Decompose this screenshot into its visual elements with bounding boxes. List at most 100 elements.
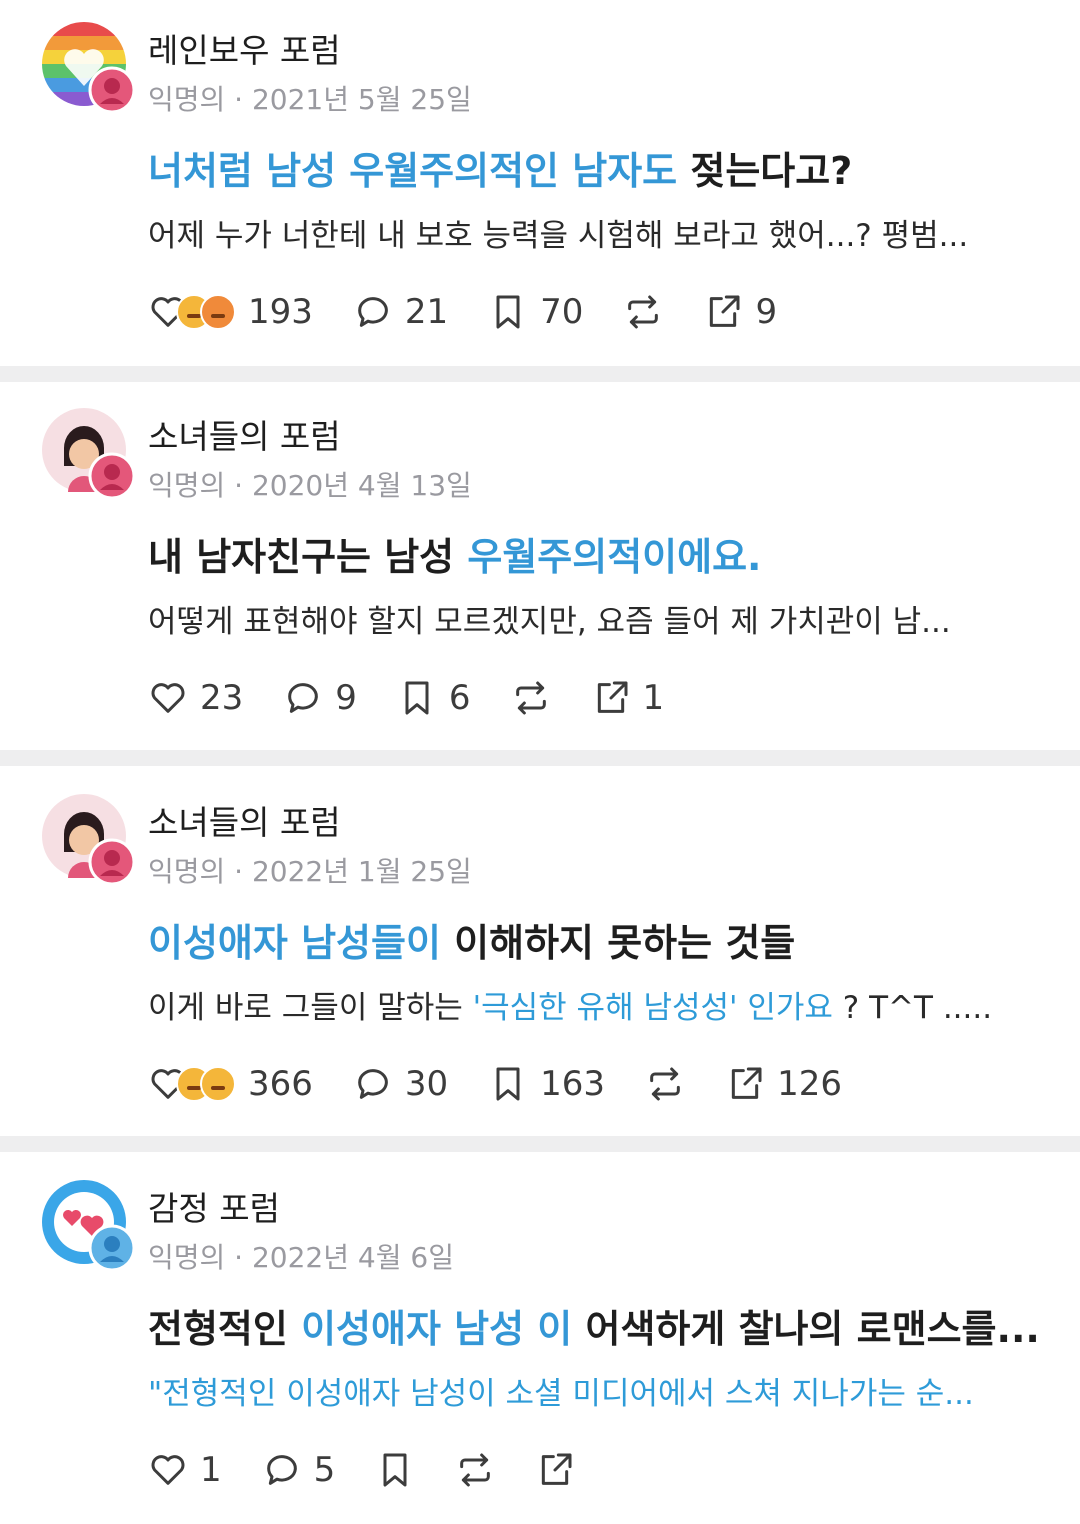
- like-button[interactable]: 366: [148, 1064, 313, 1104]
- share-icon: [542, 1453, 572, 1485]
- action-bar: 366 30 163 126: [148, 1056, 882, 1112]
- post-excerpt: 어떻게 표현해야 할지 모르겠지만, 요즘 들어 제 가치관이 남...: [148, 604, 951, 640]
- rainbow-forum-avatar-icon[interactable]: [42, 22, 134, 114]
- forum-name[interactable]: 소녀들의 포럼: [148, 796, 341, 844]
- comment-icon: [358, 297, 388, 327]
- bookmark-icon: [405, 681, 429, 715]
- share-icon: [731, 1067, 762, 1099]
- repost-icon: [460, 1453, 491, 1487]
- share-count: 9: [755, 292, 778, 332]
- post-title[interactable]: 이성애자 남성들이 이해하지 못하는 것들: [148, 912, 795, 967]
- title-rest: 이해하지 못하는 것들: [440, 921, 796, 965]
- emotion-forum-avatar-icon[interactable]: [42, 1180, 134, 1272]
- comment-count: 5: [313, 1450, 336, 1490]
- post-excerpt: "전형적인 이성애자 남성이 소셜 미디어에서 스쳐 지나가는 순...: [148, 1368, 974, 1413]
- save-count: 6: [448, 678, 471, 718]
- comment-count: 9: [335, 678, 357, 718]
- comment-icon: [288, 683, 319, 713]
- repost-button[interactable]: [645, 1064, 685, 1104]
- share-icon: [597, 681, 628, 713]
- save-button[interactable]: 70: [488, 292, 583, 332]
- title-plain: 내 남자친구는 남성: [148, 535, 468, 579]
- angry-reaction-icon: [200, 294, 236, 330]
- repost-button[interactable]: [623, 292, 663, 332]
- like-button[interactable]: 1: [148, 1450, 222, 1490]
- post-card[interactable]: 감정 포럼 익명의 · 2022년 4월 6일 전형적인 이성애자 남성 이 어…: [0, 1158, 1080, 1524]
- heart-icon: [151, 1455, 185, 1485]
- share-button[interactable]: 126: [725, 1064, 842, 1104]
- save-button[interactable]: 163: [488, 1064, 605, 1104]
- forum-name[interactable]: 소녀들의 포럼: [148, 410, 341, 458]
- author: 익명의: [148, 83, 226, 116]
- post-date: 2022년 4월 6일: [251, 1241, 454, 1274]
- title-rest: 젖는다고?: [677, 149, 853, 193]
- comment-count: 21: [404, 292, 449, 332]
- save-button[interactable]: 6: [397, 678, 471, 718]
- title-highlight: 이성애자 남성 이: [301, 1307, 573, 1351]
- post-separator: [0, 1136, 1080, 1152]
- post-title[interactable]: 너처럼 남성 우월주의적인 남자도 젖는다고?: [148, 140, 852, 195]
- post-card[interactable]: 레인보우 포럼 익명의 · 2021년 5월 25일 너처럼 남성 우월주의적인…: [0, 0, 1080, 366]
- share-count: 1: [642, 678, 665, 718]
- post-excerpt: 어제 누가 너한테 내 보호 능력을 시험해 보라고 했어...? 평범...: [148, 218, 969, 254]
- bookmark-icon: [383, 1453, 407, 1487]
- comment-button[interactable]: 9: [283, 678, 357, 718]
- comment-button[interactable]: 30: [353, 1064, 448, 1104]
- title-highlight: 너처럼 남성 우월주의적인 남자도: [148, 149, 678, 193]
- repost-icon: [650, 1067, 680, 1101]
- post-title[interactable]: 전형적인 이성애자 남성 이 어색하게 찰나의 로맨스를...: [148, 1298, 1040, 1353]
- post-excerpt: 이게 바로 그들이 말하는 '극심한 유해 남성성' 인가요 ? T^T ...…: [148, 982, 992, 1027]
- like-count: 23: [200, 678, 244, 718]
- save-count: 70: [540, 292, 584, 332]
- like-count: 1: [200, 1450, 222, 1490]
- like-button[interactable]: 23: [148, 678, 243, 718]
- forum-name[interactable]: 감정 포럼: [148, 1182, 280, 1230]
- comment-icon: [266, 1455, 297, 1485]
- action-bar: 193 21 70 9: [148, 284, 817, 340]
- author: 익명의: [148, 1241, 226, 1274]
- girls-forum-avatar-icon[interactable]: [42, 408, 134, 500]
- title-highlight: 우월주의적이에요.: [467, 535, 762, 579]
- like-count: 193: [248, 292, 313, 332]
- save-button[interactable]: [375, 1450, 415, 1490]
- excerpt-highlight: '극심한 유해 남성성' 인가요: [472, 990, 833, 1026]
- surprised-reaction-icon: [200, 1066, 236, 1102]
- repost-icon: [628, 295, 659, 329]
- repost-button[interactable]: [511, 678, 551, 718]
- save-count: 163: [540, 1064, 606, 1104]
- share-button[interactable]: 9: [703, 292, 777, 332]
- share-icon: [710, 295, 740, 327]
- author: 익명의: [148, 855, 226, 888]
- post-meta: 익명의 · 2022년 4월 6일: [148, 1241, 454, 1274]
- post-meta: 익명의 · 2022년 1월 25일: [148, 855, 472, 888]
- post-meta: 익명의 · 2020년 4월 13일: [148, 469, 472, 502]
- title-plain: 전형적인: [148, 1307, 302, 1351]
- post-card[interactable]: 소녀들의 포럼 익명의 · 2020년 4월 13일 내 남자친구는 남성 우월…: [0, 386, 1080, 750]
- excerpt-plain: 이게 바로 그들이 말하는: [148, 990, 473, 1026]
- post-meta: 익명의 · 2021년 5월 25일: [148, 83, 472, 116]
- share-button[interactable]: [535, 1450, 575, 1490]
- post-card[interactable]: 소녀들의 포럼 익명의 · 2022년 1월 25일 이성애자 남성들이 이해하…: [0, 772, 1080, 1136]
- share-button[interactable]: 1: [591, 678, 665, 718]
- repost-button[interactable]: [455, 1450, 495, 1490]
- girls-forum-avatar-icon[interactable]: [42, 794, 134, 886]
- share-count: 126: [777, 1064, 842, 1104]
- comment-button[interactable]: 5: [262, 1450, 336, 1490]
- repost-icon: [515, 681, 546, 715]
- post-separator: [0, 366, 1080, 382]
- post-date: 2020년 4월 13일: [251, 469, 472, 502]
- author: 익명의: [148, 469, 226, 502]
- excerpt-highlight: "전형적인 이성애자 남성이 소셜 미디어에서 스쳐 지나가는 순...: [148, 1376, 974, 1412]
- forum-name[interactable]: 레인보우 포럼: [148, 24, 341, 72]
- comment-icon: [358, 1069, 388, 1099]
- bookmark-icon: [496, 1067, 520, 1101]
- like-button[interactable]: 193: [148, 292, 313, 332]
- excerpt-rest: ? T^T .....: [832, 990, 993, 1026]
- comment-button[interactable]: 21: [353, 292, 448, 332]
- post-title[interactable]: 내 남자친구는 남성 우월주의적이에요.: [148, 526, 762, 581]
- like-count: 366: [248, 1064, 313, 1104]
- title-highlight: 이성애자 남성들이: [148, 921, 441, 965]
- post-separator: [0, 750, 1080, 766]
- heart-icon: [151, 683, 185, 713]
- title-rest: 어색하게 찰나의 로맨스를...: [572, 1307, 1040, 1351]
